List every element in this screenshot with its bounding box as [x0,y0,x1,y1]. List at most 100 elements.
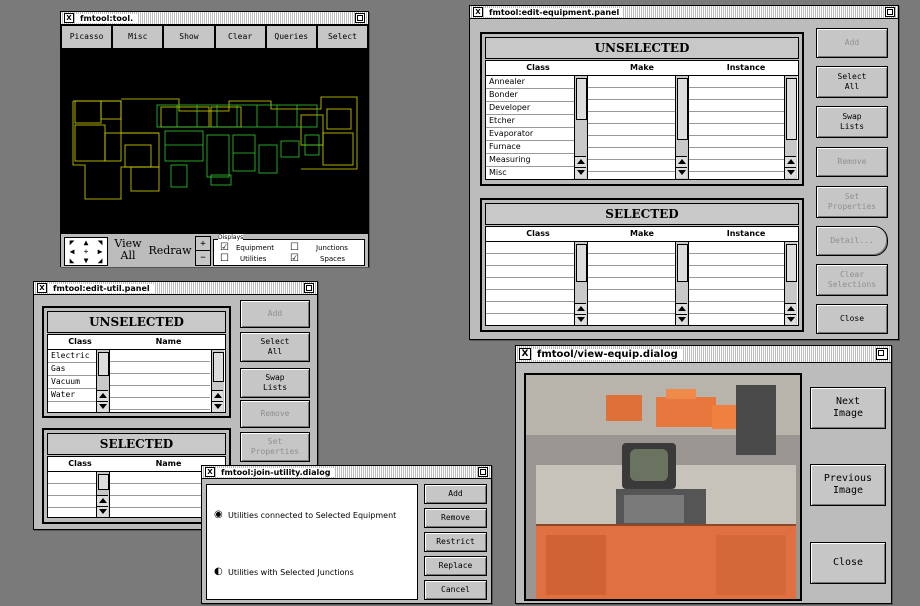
scroll-thumb[interactable] [786,244,797,282]
scroll-up-icon[interactable] [575,156,586,167]
add-button[interactable]: Add [240,300,310,328]
scroll-thumb[interactable] [677,78,688,140]
next-image-button[interactable]: Next Image [810,387,886,429]
resize-icon[interactable] [885,7,895,17]
radio-unselected-icon[interactable]: ◐ [214,566,223,577]
name-list[interactable] [109,350,210,412]
remove-button[interactable]: Remove [240,400,310,428]
pan-right-icon[interactable]: ▶ [93,247,107,256]
scroll-up-icon[interactable] [97,495,108,506]
redraw-button[interactable]: Redraw [148,244,192,257]
clear-selections-button[interactable]: Clear Selections [816,264,888,296]
name-scrollbar[interactable] [211,350,224,412]
scroll-down-icon[interactable] [575,314,586,325]
replace-button[interactable]: Replace [424,556,487,576]
pan-arrows[interactable]: ◤ ▲ ◥ ◀ + ▶ ◣ ▼ ◢ [64,237,108,266]
class-list[interactable]: Electric Gas Vacuum Water [48,350,97,412]
class-list[interactable]: Annealer Bonder Developer Etcher Evapora… [486,76,575,179]
scroll-thumb[interactable] [98,474,109,490]
pan-up-icon[interactable]: ▲ [79,238,93,247]
view-dialog-titlebar[interactable]: X fmtool/view-equip.dialog [516,346,891,363]
selected-class-list[interactable] [48,472,97,517]
selected-class-list[interactable] [486,242,575,325]
zoom-minus-button[interactable]: − [195,250,211,266]
option-utilities-equipment[interactable]: Utilities connected to Selected Equipmen… [228,511,396,520]
add-button[interactable]: Add [816,28,888,58]
selected-make-list[interactable] [587,242,677,325]
instance-list[interactable] [688,76,784,179]
zoom-center-icon[interactable]: + [79,247,93,256]
make-scrollbar[interactable] [675,76,688,179]
scroll-up-icon[interactable] [575,303,586,314]
instance-scrollbar[interactable] [784,242,797,325]
window-menu-icon[interactable]: X [64,13,74,23]
window-menu-icon[interactable]: X [37,283,47,293]
list-item[interactable]: Developer [486,102,574,115]
select-all-button[interactable]: Select All [816,66,888,98]
pan-left-icon[interactable]: ◀ [65,247,79,256]
fmtool-titlebar[interactable]: X fmtool:tool. [61,12,368,25]
detail-button[interactable]: Detail... [816,226,888,256]
class-scrollbar[interactable] [96,472,109,517]
scroll-up-icon[interactable] [676,303,687,314]
scroll-down-icon[interactable] [785,167,796,178]
menu-select[interactable]: Select [316,25,369,49]
window-menu-icon[interactable]: X [473,7,483,17]
pan-nw-icon[interactable]: ◤ [65,238,79,247]
cancel-button[interactable]: Cancel [424,580,487,600]
add-button[interactable]: Add [424,484,487,504]
selected-instance-list[interactable] [688,242,784,325]
list-item[interactable]: Measuring [486,154,574,167]
scroll-down-icon[interactable] [97,401,108,412]
scroll-thumb[interactable] [576,78,587,120]
select-all-button[interactable]: Select All [240,332,310,362]
list-item[interactable]: Misc [486,167,574,179]
close-button[interactable]: Close [810,542,886,584]
list-item[interactable]: Bonder [486,89,574,102]
view-all-button[interactable]: View All [111,238,145,264]
scroll-up-icon[interactable] [785,156,796,167]
list-item[interactable]: Annealer [486,76,574,89]
remove-button[interactable]: Remove [424,508,487,528]
pan-down-icon[interactable]: ▼ [79,256,93,265]
scroll-thumb[interactable] [98,352,109,376]
resize-icon[interactable] [876,348,888,360]
remove-button[interactable]: Remove [816,147,888,177]
resize-icon[interactable] [355,13,365,23]
set-properties-button[interactable]: Set Properties [240,432,310,462]
list-item[interactable]: Furnace [486,141,574,154]
scroll-up-icon[interactable] [676,156,687,167]
scroll-thumb[interactable] [213,352,224,382]
restrict-button[interactable]: Restrict [424,532,487,552]
set-properties-button[interactable]: Set Properties [816,186,888,218]
scroll-down-icon[interactable] [676,314,687,325]
instance-scrollbar[interactable] [784,76,797,179]
pan-ne-icon[interactable]: ◥ [93,238,107,247]
class-scrollbar[interactable] [574,242,587,325]
scroll-down-icon[interactable] [97,506,108,517]
radio-selected-icon[interactable]: ◉ [214,509,223,520]
swap-lists-button[interactable]: Swap Lists [816,106,888,138]
scroll-up-icon[interactable] [97,390,108,401]
window-menu-icon[interactable]: X [519,348,531,360]
menu-misc[interactable]: Misc [112,25,164,49]
floor-plan-canvas[interactable] [61,49,368,233]
menu-show[interactable]: Show [163,25,215,49]
scroll-down-icon[interactable] [785,314,796,325]
scroll-down-icon[interactable] [212,401,223,412]
junctions-checkbox[interactable]: ☐ [290,242,299,253]
scroll-thumb[interactable] [677,244,688,282]
swap-lists-button[interactable]: Swap Lists [240,368,310,398]
resize-icon[interactable] [304,283,314,293]
make-scrollbar[interactable] [675,242,688,325]
list-item[interactable]: Water [48,389,96,402]
pan-se-icon[interactable]: ◢ [93,256,107,265]
list-item[interactable]: Etcher [486,115,574,128]
scroll-down-icon[interactable] [575,167,586,178]
menu-picasso[interactable]: Picasso [61,25,113,49]
class-scrollbar[interactable] [574,76,587,179]
menu-clear[interactable]: Clear [214,25,266,49]
option-utilities-junctions[interactable]: Utilities with Selected Junctions [228,568,354,577]
menu-queries[interactable]: Queries [265,25,317,49]
scroll-up-icon[interactable] [212,390,223,401]
